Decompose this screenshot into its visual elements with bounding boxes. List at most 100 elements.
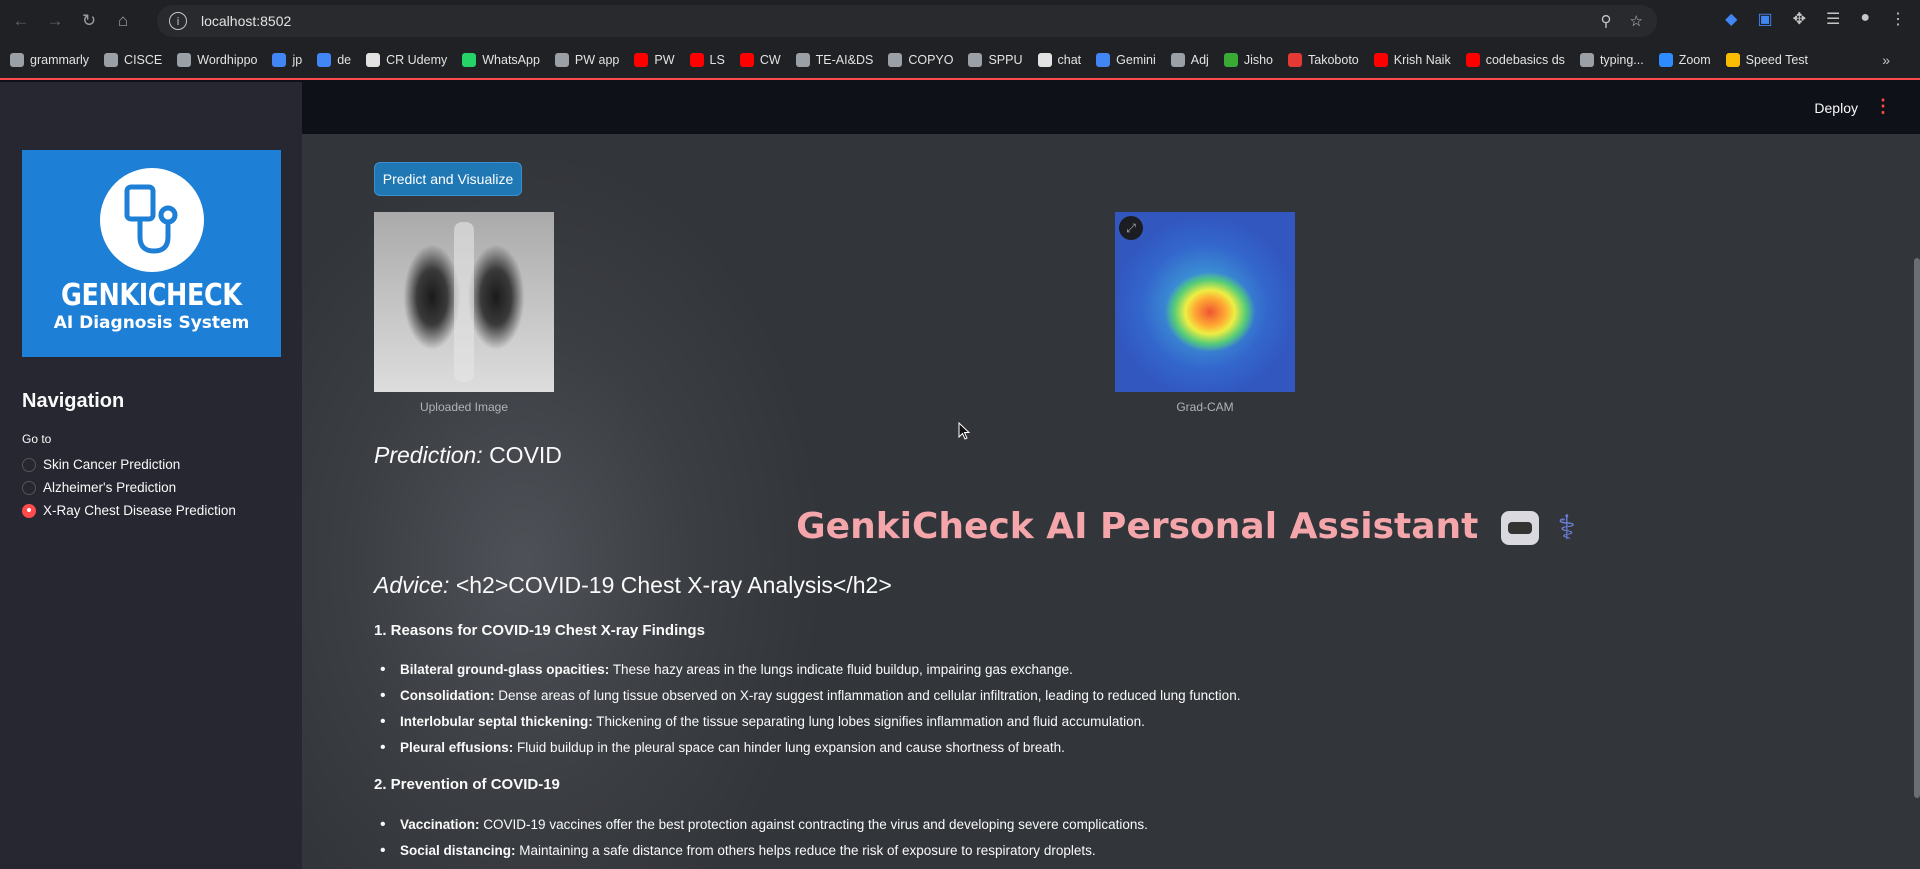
bookmark-item[interactable]: codebasics ds [1465,53,1565,67]
bookmark-label[interactable]: CISCE [124,53,162,67]
bookmark-label[interactable]: LS [710,53,725,67]
bookmark-label[interactable]: CW [760,53,781,67]
bookmark-item[interactable]: grammarly [10,53,89,67]
bookmark-label[interactable]: Takoboto [1308,53,1359,67]
url-text[interactable]: localhost:8502 [201,13,291,29]
address-bar[interactable]: i localhost:8502 ⚲ ☆ [157,5,1657,37]
radio-label[interactable]: Skin Cancer Prediction [43,457,180,472]
bookmark-item[interactable]: PW app [554,53,619,67]
reading-list-icon[interactable]: ☰ [1826,9,1840,29]
bookmark-favicon-icon [1288,53,1303,67]
forward-icon[interactable]: → [42,8,68,34]
genkicheck-logo: GENKICHECK AI Diagnosis System [22,150,281,357]
advice-heading: Advice: <h2>COVID-19 Chest X-ray Analysi… [374,572,892,599]
bookmark-item[interactable]: typing... [1579,53,1644,67]
list-item: Bilateral ground-glass opacities: These … [374,657,1774,683]
translate-icon[interactable]: ▣ [1757,9,1772,29]
deploy-button[interactable]: Deploy [1814,100,1858,116]
extensions-puzzle-icon[interactable]: ✥ [1793,9,1806,29]
bookmark-favicon-icon [689,53,704,67]
bookmark-label[interactable]: Zoom [1679,53,1711,67]
prevention-list: Vaccination: COVID-19 vaccines offer the… [374,812,1774,864]
site-info-icon[interactable]: i [169,12,187,30]
bookmark-label[interactable]: de [337,53,351,67]
radio-button[interactable] [22,457,36,472]
bookmark-label[interactable]: Wordhippo [197,53,257,67]
bookmark-label[interactable]: grammarly [30,53,89,67]
profile-icon[interactable]: ● [1860,9,1870,29]
radio-xray-chest[interactable]: X-Ray Chest Disease Prediction [22,503,236,518]
radio-button-selected[interactable] [22,503,36,518]
fullscreen-icon[interactable]: ⤢ [1119,216,1143,240]
bookmark-item[interactable]: CW [739,53,781,67]
bookmark-item[interactable]: Krish Naik [1373,53,1451,67]
bookmark-item[interactable]: Gemini [1096,53,1156,67]
bookmark-item[interactable]: TE-AI&DS [795,53,874,67]
bookmark-favicon-icon [177,53,192,67]
bookmark-label[interactable]: Krish Naik [1394,53,1451,67]
bookmark-item[interactable]: Zoom [1658,53,1711,67]
bookmark-item[interactable]: LS [689,53,725,67]
bookmark-item[interactable]: SPPU [968,53,1023,67]
home-icon[interactable]: ⌂ [110,8,136,34]
bookmark-label[interactable]: Gemini [1116,53,1156,67]
bookmark-label[interactable]: PW [654,53,674,67]
bookmark-item[interactable]: Takoboto [1288,53,1359,67]
more-bookmarks-icon[interactable]: » [1882,52,1890,68]
bookmark-label[interactable]: Jisho [1244,53,1273,67]
main-menu-icon[interactable]: ⋮ [1874,96,1892,117]
bookmark-label[interactable]: TE-AI&DS [816,53,874,67]
bookmark-label[interactable]: COPYO [908,53,953,67]
bookmark-star-icon[interactable]: ☆ [1630,12,1643,30]
bookmark-item[interactable]: Adj [1170,53,1209,67]
radio-button[interactable] [22,480,36,495]
back-icon[interactable]: ← [8,8,34,34]
bookmark-item[interactable]: CISCE [104,53,162,67]
bookmark-label[interactable]: CR Udemy [386,53,447,67]
menu-icon[interactable]: ⋮ [1890,9,1906,29]
stethoscope-emoji-icon: ⚕ [1557,508,1576,548]
logo-subtitle: AI Diagnosis System [53,313,250,333]
bookmarks-bar: grammarly CISCE Wordhippo jp de CR Udemy Whats… [0,42,1920,80]
bookmark-item[interactable]: CR Udemy [366,53,447,67]
bookmark-item[interactable]: PW [634,53,675,67]
bookmark-item[interactable]: COPYO [888,53,953,67]
bookmark-favicon-icon [739,53,754,67]
bookmark-item[interactable]: jp [272,53,302,67]
bookmark-label[interactable]: WhatsApp [482,53,540,67]
bookmark-label[interactable]: codebasics ds [1486,53,1565,67]
reload-icon[interactable]: ↻ [76,8,102,34]
bookmark-item[interactable]: Wordhippo [177,53,257,67]
bookmark-label[interactable]: PW app [575,53,619,67]
radio-label[interactable]: Alzheimer's Prediction [43,480,176,495]
list-item: Consolidation: Dense areas of lung tissu… [374,683,1774,709]
bookmark-label[interactable]: jp [292,53,302,67]
bookmark-label[interactable]: SPPU [988,53,1022,67]
extension-icon[interactable]: ◆ [1725,9,1737,29]
bookmark-favicon-icon [317,53,332,67]
bookmark-favicon-icon [888,53,903,67]
bookmark-label[interactable]: Adj [1191,53,1209,67]
bookmark-favicon-icon [1725,53,1740,67]
radio-label[interactable]: X-Ray Chest Disease Prediction [43,503,236,518]
navigation-title: Navigation [22,390,125,412]
zoom-icon[interactable]: ⚲ [1601,12,1612,30]
bookmark-item[interactable]: Jisho [1223,53,1273,67]
bookmark-label[interactable]: chat [1058,53,1082,67]
robot-icon [1500,511,1539,545]
uploaded-image-caption: Uploaded Image [419,400,509,414]
prediction-result: Prediction: COVID [374,442,562,469]
bookmark-item[interactable]: chat [1037,53,1082,67]
bookmark-item[interactable]: de [317,53,351,67]
list-item: Interlobular septal thickening: Thickeni… [374,709,1774,735]
bookmark-favicon-icon [1037,53,1052,67]
bookmark-item[interactable]: WhatsApp [462,53,540,67]
radio-skin-cancer[interactable]: Skin Cancer Prediction [22,457,180,472]
radio-alzheimers[interactable]: Alzheimer's Prediction [22,480,176,495]
bookmark-label[interactable]: typing... [1600,53,1644,67]
advice-raw-heading: <h2>COVID-19 Chest X-ray Analysis</h2> [455,572,892,598]
bookmark-favicon-icon [1579,53,1594,67]
bookmark-label[interactable]: Speed Test [1746,53,1808,67]
bookmark-item[interactable]: Speed Test [1725,53,1808,67]
predict-visualize-button[interactable]: Predict and Visualize [374,162,522,196]
